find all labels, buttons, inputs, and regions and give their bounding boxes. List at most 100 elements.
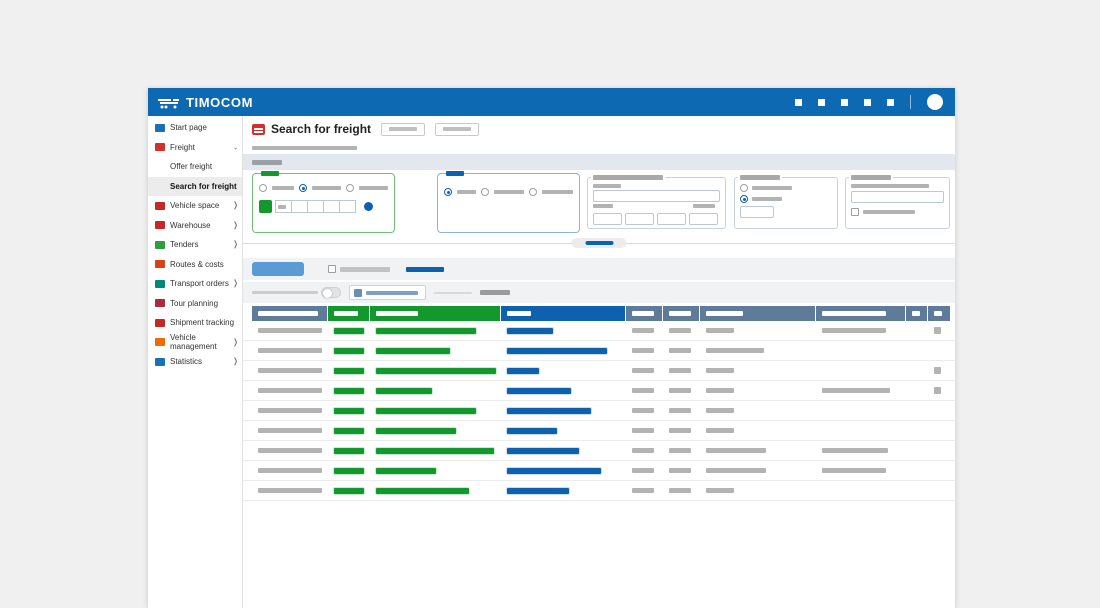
segment-cell-1[interactable]	[275, 200, 292, 213]
freight-type-icon[interactable]	[259, 200, 272, 213]
freight-bar	[376, 408, 476, 414]
sidebar-item-warehouse[interactable]: Warehouse❯	[148, 216, 242, 236]
freight-bar	[334, 368, 364, 374]
user-avatar[interactable]	[927, 94, 943, 110]
cell-placeholder	[632, 368, 654, 373]
cell-placeholder	[706, 468, 766, 473]
freight-bar	[376, 448, 494, 454]
radio-label-placeholder	[359, 186, 388, 190]
column-header-2[interactable]	[328, 306, 369, 321]
options-radio-1[interactable]	[740, 184, 748, 192]
sidebar-item-transport-orders[interactable]: Transport orders❯	[148, 274, 242, 294]
sidebar-item-shipment-tracking[interactable]: Shipment tracking	[148, 313, 242, 333]
sidebar-item-tour-planning[interactable]: Tour planning	[148, 294, 242, 314]
column-header-9[interactable]	[906, 306, 927, 321]
radio-3[interactable]	[529, 188, 537, 196]
chevron-right-icon: ❯	[233, 357, 238, 366]
sidebar-item-offer-freight[interactable]: Offer freight	[148, 157, 242, 177]
menu-icon-1[interactable]	[795, 99, 802, 106]
sidebar-item-search-for-freight[interactable]: Search for freight	[148, 177, 242, 197]
segment-cell-3[interactable]	[307, 200, 324, 213]
segment-cell-2[interactable]	[291, 200, 308, 213]
table-row[interactable]	[243, 361, 955, 381]
collapse-handle[interactable]	[572, 238, 627, 248]
table-row[interactable]	[243, 381, 955, 401]
radio-label-placeholder	[312, 186, 340, 190]
sidebar-item-tenders[interactable]: Tenders❯	[148, 235, 242, 255]
extra-checkbox[interactable]	[851, 208, 859, 216]
radius-input-2[interactable]	[625, 213, 654, 225]
menu-icon-3[interactable]	[841, 99, 848, 106]
table-row[interactable]	[243, 321, 955, 341]
cell-placeholder	[258, 388, 322, 393]
route-bar	[507, 488, 569, 494]
cell-placeholder	[706, 328, 734, 333]
radio-2[interactable]	[299, 184, 307, 192]
sidebar-item-label: Vehicle management	[170, 333, 233, 351]
location-input[interactable]	[593, 190, 720, 202]
column-header-5[interactable]	[626, 306, 662, 321]
header-button-2[interactable]	[435, 123, 479, 136]
freight-bar	[334, 348, 364, 354]
sidebar-item-vehicle-management[interactable]: Vehicle management❯	[148, 333, 242, 353]
cell-placeholder	[706, 448, 766, 453]
extra-input[interactable]	[851, 191, 944, 203]
table-row[interactable]	[243, 481, 955, 501]
radio-1[interactable]	[444, 188, 452, 196]
radio-3[interactable]	[346, 184, 354, 192]
header-button-1[interactable]	[381, 123, 425, 136]
column-header-10[interactable]	[928, 306, 950, 321]
route-bar	[507, 448, 579, 454]
radio-2[interactable]	[481, 188, 489, 196]
table-row[interactable]	[243, 401, 955, 421]
cell-placeholder	[258, 428, 322, 433]
active-filter-chip[interactable]	[349, 285, 426, 300]
cell-placeholder	[258, 448, 322, 453]
results-link[interactable]	[406, 267, 444, 272]
sidebar-item-statistics[interactable]: Statistics❯	[148, 352, 242, 372]
column-header-3[interactable]	[370, 306, 500, 321]
table-row[interactable]	[243, 421, 955, 441]
radius-input-1[interactable]	[593, 213, 622, 225]
cell-placeholder	[706, 408, 734, 413]
column-header-8[interactable]	[816, 306, 905, 321]
chevron-right-icon: ❯	[233, 240, 238, 249]
column-header-7[interactable]	[700, 306, 815, 321]
sidebar-item-start-page[interactable]: Start page	[148, 118, 242, 138]
timocom-logo: TIMOCOM	[158, 95, 253, 110]
info-dot-icon[interactable]	[364, 202, 373, 211]
auto-refresh-toggle[interactable]	[321, 287, 341, 298]
cell-placeholder	[632, 448, 654, 453]
radio-label-placeholder	[272, 186, 294, 190]
table-row[interactable]	[243, 341, 955, 361]
statistics-icon	[155, 358, 165, 366]
filter-panel-options	[734, 177, 838, 229]
menu-icon-5[interactable]	[887, 99, 894, 106]
options-input[interactable]	[740, 206, 774, 218]
column-header-1[interactable]	[252, 306, 327, 321]
sidebar-item-routes-costs[interactable]: Routes & costs	[148, 255, 242, 275]
freight-icon	[155, 143, 165, 151]
radio-1[interactable]	[259, 184, 267, 192]
menu-icon-4[interactable]	[864, 99, 871, 106]
sidebar-item-freight[interactable]: Freight⌄	[148, 138, 242, 158]
search-button[interactable]	[252, 262, 304, 276]
filter-section-header	[243, 154, 955, 170]
column-header-4[interactable]	[501, 306, 625, 321]
table-row[interactable]	[243, 441, 955, 461]
segment-cell-5[interactable]	[339, 200, 356, 213]
menu-icon-2[interactable]	[818, 99, 825, 106]
radio-label-placeholder	[494, 190, 524, 194]
table-row[interactable]	[243, 461, 955, 481]
location-label	[593, 184, 621, 188]
results-checkbox[interactable]	[328, 265, 336, 273]
freight-weight-row	[259, 200, 394, 213]
topbar-menu-icons	[795, 99, 894, 106]
radius-input-3[interactable]	[657, 213, 686, 225]
radius-input-4[interactable]	[689, 213, 718, 225]
segment-cell-4[interactable]	[323, 200, 340, 213]
sidebar-item-vehicle-space[interactable]: Vehicle space❯	[148, 196, 242, 216]
options-radio-2[interactable]	[740, 195, 748, 203]
sidebar-item-label: Vehicle space	[170, 201, 219, 210]
column-header-6[interactable]	[663, 306, 699, 321]
